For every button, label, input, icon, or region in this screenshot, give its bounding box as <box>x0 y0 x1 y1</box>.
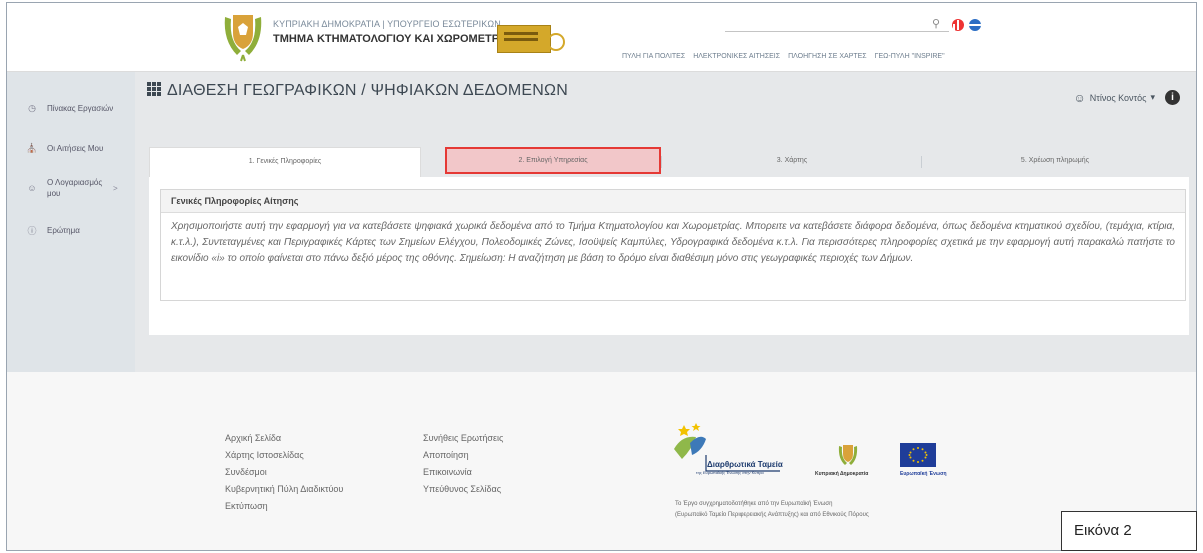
sidebar-item-query[interactable]: ⓘ Ερώτημα <box>7 210 135 250</box>
user-menu[interactable]: ☺ Ντίνος Κοντός ▾ i <box>1073 90 1180 105</box>
sidebar-item-label: Ο Λογαριασμός μου <box>47 178 103 198</box>
cofunding-note: Το Έργο συγχρηματοδοτήθηκε από την Ευρωπ… <box>675 499 869 521</box>
panel-title: Γενικές Πληροφορίες Αίτησης <box>161 190 1185 213</box>
bank-icon: ⛪ <box>26 142 38 153</box>
badge-ring-icon <box>547 33 565 51</box>
footer-link-print[interactable]: Εκτύπωση <box>225 498 343 515</box>
sidebar-item-my-account[interactable]: ☺ Ο Λογαριασμός μου > <box>7 168 135 208</box>
footer-link-gov-portal[interactable]: Κυβερνητική Πύλη Διαδικτύου <box>225 481 343 498</box>
nav-link-inspire-portal[interactable]: ΓΕΩ-ΠΥΛΗ "INSPIRE" <box>875 53 945 60</box>
tab-map[interactable]: 3. Χάρτης <box>663 147 921 174</box>
nav-link-citizens[interactable]: ΠΥΛΗ ΓΙΑ ΠΟΛΙΤΕΣ <box>622 53 685 60</box>
site-header: ΚΥΠΡΙΑΚΗ ΔΗΜΟΚΡΑΤΙΑ | ΥΠΟΥΡΓΕΙΟ ΕΣΩΤΕΡΙΚ… <box>7 3 1196 72</box>
nav-link-e-applications[interactable]: ΗΛΕΚΤΡΟΝΙΚΕΣ ΑΙΤΗΣΕΙΣ <box>693 53 780 60</box>
user-icon: ☺ <box>27 183 37 193</box>
page-title: ΔΙΑΘΕΣΗ ΓΕΩΓΡΑΦΙΚΩΝ / ΨΗΦΙΑΚΩΝ ΔΕΔΟΜΕΝΩΝ <box>147 82 568 100</box>
footer-link-faq[interactable]: Συνήθεις Ερωτήσεις <box>423 430 503 447</box>
browser-frame: ΚΥΠΡΙΑΚΗ ΔΗΜΟΚΡΑΤΙΑ | ΥΠΟΥΡΓΕΙΟ ΕΣΩΤΕΡΙΚ… <box>6 2 1197 551</box>
sidebar-item-my-applications[interactable]: ⛪ Οι Αιτήσεις Μου <box>7 128 135 168</box>
cyprus-republic-label: Κυπριακή Δημοκρατία <box>815 471 869 477</box>
footer-link-contact[interactable]: Επικοινωνία <box>423 464 503 481</box>
org-department-text: ΤΜΗΜΑ ΚΤΗΜΑΤΟΛΟΓΙΟΥ ΚΑΙ ΧΩΡΟΜΕΤΡΙΑΣ <box>273 33 517 45</box>
footer-link-links[interactable]: Συνδέσμοι <box>225 464 343 481</box>
department-badge-icon <box>497 25 551 53</box>
figure-caption: Εικόνα 2 <box>1061 511 1197 551</box>
footer-link-sitemap[interactable]: Χάρτης Ιστοσελίδας <box>225 447 343 464</box>
general-info-panel: Γενικές Πληροφορίες Αίτησης Χρησιμοποιήσ… <box>160 189 1186 301</box>
tab-select-service[interactable]: 2. Επιλογή Υπηρεσίας <box>445 147 661 174</box>
sidebar-item-label: Οι Αιτήσεις Μου <box>47 143 104 153</box>
footer-link-page-owner[interactable]: Υπεύθυνος Σελίδας <box>423 481 503 498</box>
grid-icon <box>147 82 161 96</box>
footer-links-column-2: Συνήθεις Ερωτήσεις Αποποίηση Επικοινωνία… <box>423 430 503 498</box>
page-title-text: ΔΙΑΘΕΣΗ ΓΕΩΓΡΑΦΙΚΩΝ / ΨΗΦΙΑΚΩΝ ΔΕΔΟΜΕΝΩΝ <box>167 82 568 99</box>
info-icon[interactable]: i <box>1165 90 1180 105</box>
search-input[interactable] <box>725 31 949 32</box>
nav-link-map-navigation[interactable]: ΠΛΟΗΓΗΣΗ ΣΕ ΧΑΡΤΕΣ <box>788 53 867 60</box>
tab-general-info[interactable]: 1. Γενικές Πληροφορίες <box>149 147 421 177</box>
question-icon: ⓘ <box>27 225 37 236</box>
english-language-icon[interactable] <box>969 19 981 31</box>
tab-divider <box>921 156 922 168</box>
user-name: Ντίνος Κοντός <box>1089 92 1147 103</box>
sidebar-item-label: Ερώτημα <box>47 225 80 235</box>
tab-divider <box>661 156 662 168</box>
panel-description: Χρησιμοποιήστε αυτή την εφαρμογή για να … <box>171 221 1175 264</box>
search-icon[interactable]: ⚲ <box>932 17 940 30</box>
top-navigation: ΠΥΛΗ ΓΙΑ ΠΟΛΙΤΕΣ ΗΛΕΚΤΡΟΝΙΚΕΣ ΑΙΤΗΣΕΙΣ Π… <box>622 53 945 60</box>
tab-payment[interactable]: 5. Χρέωση πληρωμής <box>923 147 1187 174</box>
wizard-tabs: 1. Γενικές Πληροφορίες 2. Επιλογή Υπηρεσ… <box>149 147 1189 177</box>
cyprus-republic-logo-icon <box>838 445 858 465</box>
structural-funds-logo-icon <box>674 423 780 472</box>
footer-link-disclaimer[interactable]: Αποποίηση <box>423 447 503 464</box>
greek-language-icon[interactable] <box>952 19 964 31</box>
sidebar-item-dashboard[interactable]: ◷ Πίνακας Εργασιών <box>7 88 135 128</box>
cyprus-coat-of-arms-icon[interactable] <box>221 11 265 63</box>
sidebar-item-label: Πίνακας Εργασιών <box>47 103 114 113</box>
user-icon: ☺ <box>1073 90 1086 105</box>
eu-label: Ευρωπαϊκή Ένωση <box>900 471 947 477</box>
chevron-down-icon: ▾ <box>1150 92 1155 102</box>
footer-link-home[interactable]: Αρχική Σελίδα <box>225 430 343 447</box>
eu-flag-icon <box>900 443 936 467</box>
footer-links-column-1: Αρχική Σελίδα Χάρτης Ιστοσελίδας Συνδέσμ… <box>225 430 343 515</box>
sidebar: ◷ Πίνακας Εργασιών ⛪ Οι Αιτήσεις Μου ☺ Ο… <box>7 72 135 372</box>
structural-funds-subtitle: της Ευρωπαϊκής Ένωσης στην Κύπρο <box>696 470 764 475</box>
chevron-right-icon: > <box>113 183 118 193</box>
structural-funds-title: Διαρθρωτικά Ταμεία <box>707 460 783 469</box>
clock-icon: ◷ <box>28 102 36 113</box>
org-ministry-text: ΚΥΠΡΙΑΚΗ ΔΗΜΟΚΡΑΤΙΑ | ΥΠΟΥΡΓΕΙΟ ΕΣΩΤΕΡΙΚ… <box>273 19 501 29</box>
cofunding-note-line2: (Ευρωπαϊκό Ταμείο Περιφερειακής Ανάπτυξη… <box>675 512 869 518</box>
cofunding-note-line1: Το Έργο συγχρηματοδοτήθηκε από την Ευρωπ… <box>675 501 833 507</box>
